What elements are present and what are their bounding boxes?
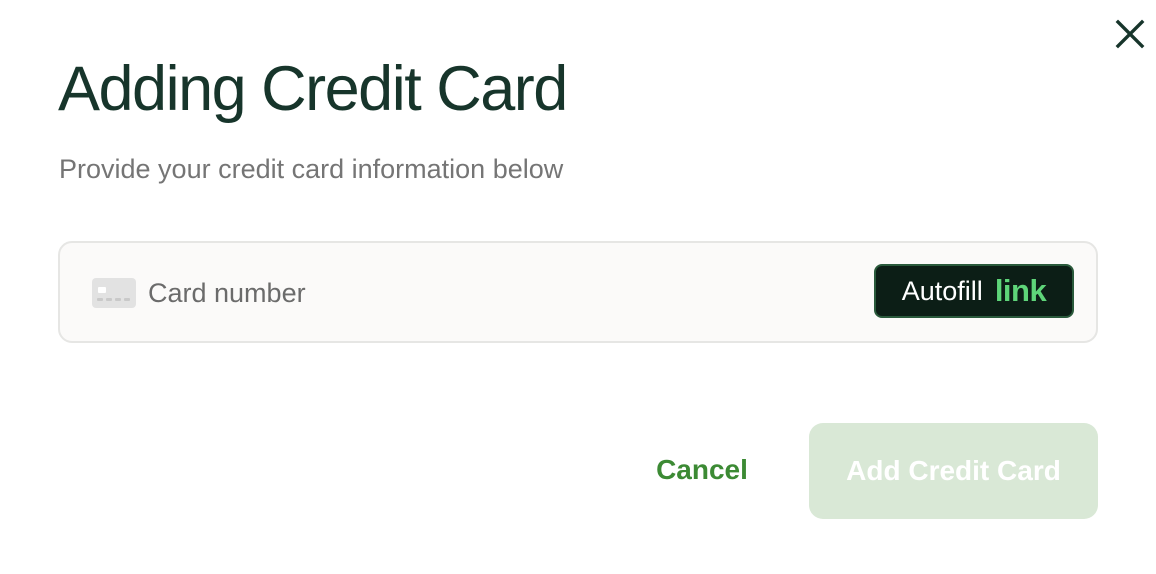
cancel-button[interactable]: Cancel (640, 440, 764, 500)
card-number-field[interactable]: Autofill link (58, 241, 1098, 343)
close-button[interactable] (1110, 16, 1150, 52)
add-credit-card-button[interactable]: Add Credit Card (809, 423, 1098, 519)
autofill-label: Autofill (901, 275, 983, 306)
card-number-input[interactable] (148, 273, 748, 313)
credit-card-icon (92, 278, 136, 308)
link-logo: link (994, 273, 1047, 308)
add-credit-card-dialog: Adding Credit Card Provide your credit c… (0, 0, 1156, 574)
dialog-title: Adding Credit Card (58, 54, 568, 124)
close-icon (1115, 19, 1145, 49)
dialog-subtitle: Provide your credit card information bel… (59, 154, 564, 184)
autofill-link-button[interactable]: Autofill link (874, 264, 1074, 318)
